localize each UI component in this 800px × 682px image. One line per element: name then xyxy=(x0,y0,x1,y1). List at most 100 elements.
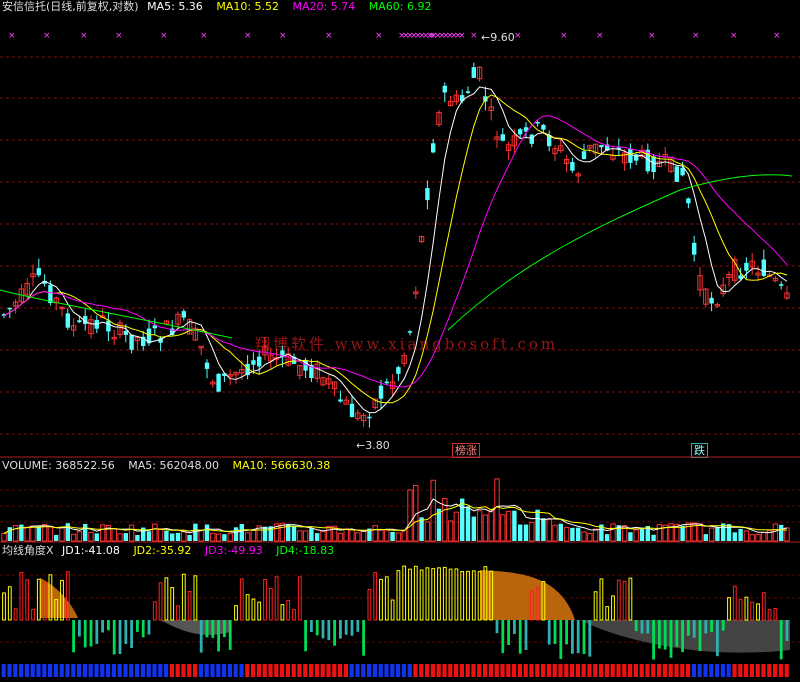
volume-bar xyxy=(395,532,402,542)
signal-strip-cell xyxy=(732,664,737,677)
indicator-bar xyxy=(507,620,510,645)
volume-bar xyxy=(24,526,30,542)
candle-body xyxy=(251,360,256,365)
signal-mark: × xyxy=(692,31,700,41)
signal-strip-cell xyxy=(77,664,82,677)
signal-mark: × xyxy=(160,31,168,41)
volume-bar xyxy=(732,532,737,541)
signal-strip-cell xyxy=(204,664,209,677)
indicator-bar xyxy=(297,576,302,621)
signal-strip-cell xyxy=(82,664,87,677)
volume-bar xyxy=(570,527,575,541)
signal-strip-cell xyxy=(332,664,337,677)
candle-body xyxy=(709,297,714,304)
volume-bar xyxy=(738,528,743,541)
indicator-bar xyxy=(112,620,116,655)
volume-bar xyxy=(152,523,158,542)
signal-strip-cell xyxy=(42,664,47,677)
indicator-bar xyxy=(257,601,262,621)
signal-strip-cell xyxy=(709,664,714,677)
signal-strip-cell xyxy=(158,664,163,677)
signal-strip-cell xyxy=(587,664,592,677)
candle-body xyxy=(384,381,389,384)
signal-strip-cell xyxy=(7,664,12,677)
volume-bar xyxy=(99,524,106,542)
volume-bar xyxy=(552,524,558,542)
signal-strip-cell xyxy=(749,664,754,677)
indicator-bar xyxy=(524,620,528,650)
signal-strip-cell xyxy=(662,664,667,677)
indicator-bar xyxy=(727,597,731,621)
indicator-bar xyxy=(350,620,354,636)
indicator-bar xyxy=(217,620,220,652)
volume-bar xyxy=(315,533,320,541)
kline-chart[interactable]: × × × × × × × × × × × × × × × × × × ××××××××××××××××× xyxy=(0,0,800,682)
signal-strip-cell xyxy=(146,664,151,677)
signal-strip-cell xyxy=(430,664,435,677)
indicator-bar xyxy=(513,620,516,634)
indicator-bar xyxy=(83,620,87,648)
signal-strip-cell xyxy=(593,664,598,677)
volume-bar xyxy=(83,523,88,541)
signal-strip-cell xyxy=(419,664,424,677)
volume-bar xyxy=(541,518,546,541)
volume-bar xyxy=(111,528,117,542)
signal-strip-cell xyxy=(755,664,760,677)
signal-strip-cell xyxy=(599,664,604,677)
volume-bar xyxy=(535,509,540,541)
candle-body xyxy=(761,259,766,276)
signal-strip-cell xyxy=(645,664,650,677)
signal-strip-cell xyxy=(233,664,238,677)
volume-bar xyxy=(500,514,506,542)
signal-strip-cell xyxy=(610,664,615,677)
volume-bar xyxy=(708,527,715,542)
volume-bar xyxy=(390,531,395,541)
signal-strip-cell xyxy=(111,664,116,677)
volume-bar xyxy=(291,525,297,541)
signal-strip-cell xyxy=(506,664,511,677)
volume-bar xyxy=(7,527,12,541)
indicator-bar xyxy=(681,620,684,653)
volume-bar xyxy=(302,530,309,542)
volume-bar xyxy=(30,525,36,542)
signal-strip-cell xyxy=(761,664,766,677)
candle-body xyxy=(48,285,53,304)
volume-bar xyxy=(204,524,210,541)
indicator-bar xyxy=(31,608,35,621)
indicator-bar xyxy=(658,620,661,649)
signal-strip-cell xyxy=(164,664,169,677)
volume-bar xyxy=(592,528,599,542)
volume-bar xyxy=(94,533,99,541)
signal-strip-cell xyxy=(425,664,430,677)
volume-bar xyxy=(779,524,784,541)
signal-strip-cell xyxy=(396,664,401,677)
volume-bar xyxy=(529,521,535,542)
indicator-bar xyxy=(333,620,336,646)
signal-strip-cell xyxy=(175,664,180,677)
volume-bar xyxy=(378,529,384,542)
signal-mark: × xyxy=(514,31,522,41)
volume-bar xyxy=(407,489,413,542)
volume-bar xyxy=(70,533,77,542)
volume-ma10-line xyxy=(3,502,788,534)
signal-strip-cell xyxy=(280,664,285,677)
signal-strip-cell xyxy=(448,664,453,677)
volume-bar xyxy=(460,498,465,541)
signal-strip-cell xyxy=(477,664,482,677)
indicator-bar xyxy=(431,568,436,621)
signal-strip-cell xyxy=(413,664,418,677)
volume-bar xyxy=(651,534,656,541)
indicator-bar xyxy=(710,620,713,632)
volume-bar xyxy=(772,523,779,542)
indicator-bar xyxy=(223,620,226,638)
volume-bar xyxy=(749,534,755,542)
signal-strip-cell xyxy=(697,664,702,677)
signal-strip-cell xyxy=(88,664,93,677)
signal-strip-cell xyxy=(436,664,441,677)
volume-bar xyxy=(680,525,685,541)
candle-body xyxy=(378,385,384,399)
indicator-bar xyxy=(640,620,644,634)
indicator-bar xyxy=(622,580,627,621)
signal-mark: × xyxy=(244,31,252,41)
indicator-bar xyxy=(344,620,348,635)
